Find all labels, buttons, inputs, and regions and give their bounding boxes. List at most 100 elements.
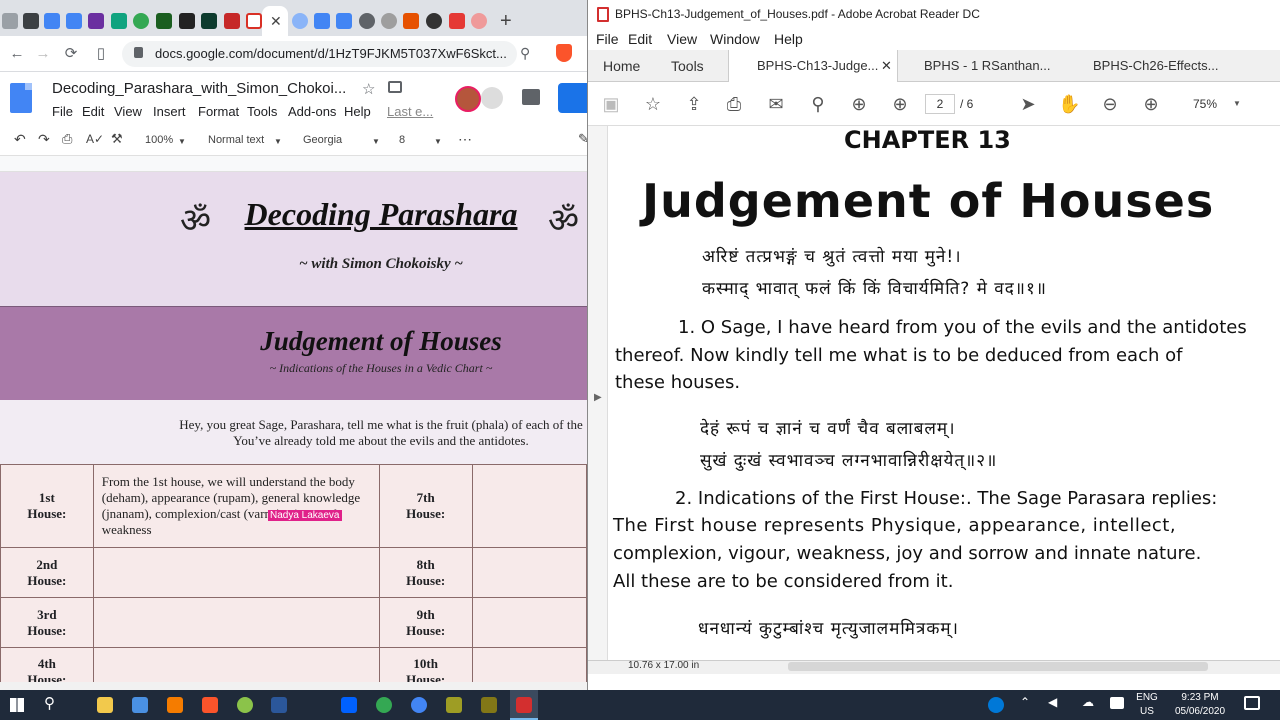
tab-icon-11[interactable] [224,13,240,29]
help-icon[interactable] [988,697,1004,713]
url-text[interactable]: docs.google.com/document/d/1HzT9FJKM5T03… [155,46,507,61]
back-icon[interactable]: ← [8,45,26,63]
tab-icon-3[interactable] [44,13,60,29]
taskbar-app-icon[interactable] [411,697,427,713]
tab-icon-8[interactable] [156,13,172,29]
chrome-icon[interactable] [376,697,392,713]
tab-icon-9[interactable] [179,13,195,29]
star-icon[interactable]: ☆ [642,93,664,115]
pdf-page[interactable]: ▶ CHAPTER 13 Judgement of Houses अरिष्टं… [588,126,1280,660]
tab-icon-19[interactable] [426,13,442,29]
house-label[interactable]: 3rd House: [0,597,94,648]
pencil-icon[interactable]: ✎ [578,131,587,147]
select-cursor-icon[interactable]: ➤ [1017,93,1039,115]
ac-menu-edit[interactable]: Edit [628,31,652,47]
zoom-in-icon[interactable]: ⊕ [1140,93,1162,115]
windows-start-icon[interactable] [10,698,24,712]
move-folder-icon[interactable] [388,81,402,93]
page-number-input[interactable]: 2 [925,94,955,114]
menu-help[interactable]: Help [344,104,371,119]
ac-menu-window[interactable]: Window [710,31,760,47]
house-description[interactable] [471,597,587,648]
menu-format[interactable]: Format [198,104,239,119]
tab-icon-4[interactable] [66,13,82,29]
style-select[interactable]: Normal text [208,134,264,146]
tab-icon-16[interactable] [359,13,375,29]
dropbox-icon[interactable] [341,697,357,713]
ac-menu-view[interactable]: View [667,31,697,47]
spellcheck-icon[interactable]: A✓ [86,132,104,146]
last-edit-link[interactable]: Last e... [387,104,433,119]
email-icon[interactable]: ✉ [765,93,787,115]
acrobat-icon[interactable] [516,697,532,713]
more-options-icon[interactable]: ⋯ [458,131,472,148]
taskbar-app-icon[interactable] [237,697,253,713]
avatar[interactable] [455,86,481,112]
cloud-icon[interactable]: ☁ [1082,695,1094,709]
house-description[interactable] [471,464,587,548]
horizontal-scrollbar[interactable] [788,662,1208,671]
document-page[interactable]: ॐ ॐ Decoding Parashara ~ with Simon Chok… [0,172,587,690]
search-icon[interactable]: ⚲ [44,694,55,712]
menu-file[interactable]: File [52,104,73,119]
horizontal-scrollbar[interactable] [0,682,587,690]
menu-edit[interactable]: Edit [82,104,104,119]
tab-home[interactable]: Home [603,58,640,74]
print-icon[interactable]: ⎙ [723,93,745,115]
volume-icon[interactable]: ◀ [1048,695,1057,709]
tab-icon-15[interactable] [336,13,352,29]
tab-icon-18[interactable] [403,13,419,29]
expand-panel-icon[interactable]: ▶ [594,392,602,403]
word-icon[interactable] [271,697,287,713]
undo-icon[interactable]: ↶ [14,131,26,148]
star-icon[interactable]: ☆ [362,80,375,98]
house-description[interactable] [92,597,380,648]
vlc-icon[interactable] [167,697,183,713]
tab-close-icon[interactable]: ✕ [881,58,892,74]
comments-icon[interactable] [522,89,540,105]
tab-icon-2[interactable] [23,13,39,29]
hand-tool-icon[interactable]: ✋ [1058,93,1080,115]
zoom-out-icon[interactable]: ⊖ [1099,93,1121,115]
tab-icon-17[interactable] [381,13,397,29]
paint-format-icon[interactable]: ⚒ [111,131,123,147]
house-label[interactable]: 8th House: [378,547,473,598]
font-size-select[interactable]: 8 [399,134,405,146]
tab-doc-1[interactable]: BPHS-Ch13-Judge... [757,58,878,73]
tab-icon-21[interactable] [471,13,487,29]
tab-icon-13[interactable] [292,13,308,29]
tab-icon-20[interactable] [449,13,465,29]
taskbar-app-icon[interactable] [481,697,497,713]
menu-addons[interactable]: Add-ons [288,104,336,119]
tab-icon-10[interactable] [201,13,217,29]
ac-menu-file[interactable]: File [596,31,619,47]
share-button[interactable] [558,83,587,113]
taskbar-app-icon[interactable] [446,697,462,713]
zoom-level[interactable]: 75% [1193,97,1217,111]
notification-icon[interactable] [1244,696,1260,710]
dropbox-tray-icon[interactable] [1110,697,1124,709]
brave-icon[interactable] [202,697,218,713]
font-select[interactable]: Georgia [303,134,342,146]
tab-tools[interactable]: Tools [671,58,704,74]
save-icon[interactable]: ▣ [600,93,622,115]
house-description[interactable] [92,547,380,598]
prev-page-icon[interactable]: ⊕ [848,93,870,115]
gmail-tab-icon[interactable] [246,13,262,29]
house-label[interactable]: 1st House: [0,464,94,548]
house-description[interactable]: From the 1st house, we will understand t… [92,464,380,548]
house-label[interactable]: 9th House: [378,597,473,648]
menu-view[interactable]: View [114,104,142,119]
reload-icon[interactable]: ⟳ [62,45,80,63]
new-tab-button[interactable]: + [500,10,512,33]
ruler[interactable] [0,156,587,172]
next-page-icon[interactable]: ⊕ [889,93,911,115]
file-explorer-icon[interactable] [97,697,113,713]
brave-shield-icon[interactable] [556,44,572,62]
taskbar-app-icon[interactable] [132,697,148,713]
tab-close-icon[interactable]: ✕ [270,13,282,30]
zoom-search-icon[interactable]: ⚲ [520,45,530,62]
print-icon[interactable]: ⎙ [62,131,72,147]
house-label[interactable]: 2nd House: [0,547,94,598]
menu-tools[interactable]: Tools [247,104,277,119]
